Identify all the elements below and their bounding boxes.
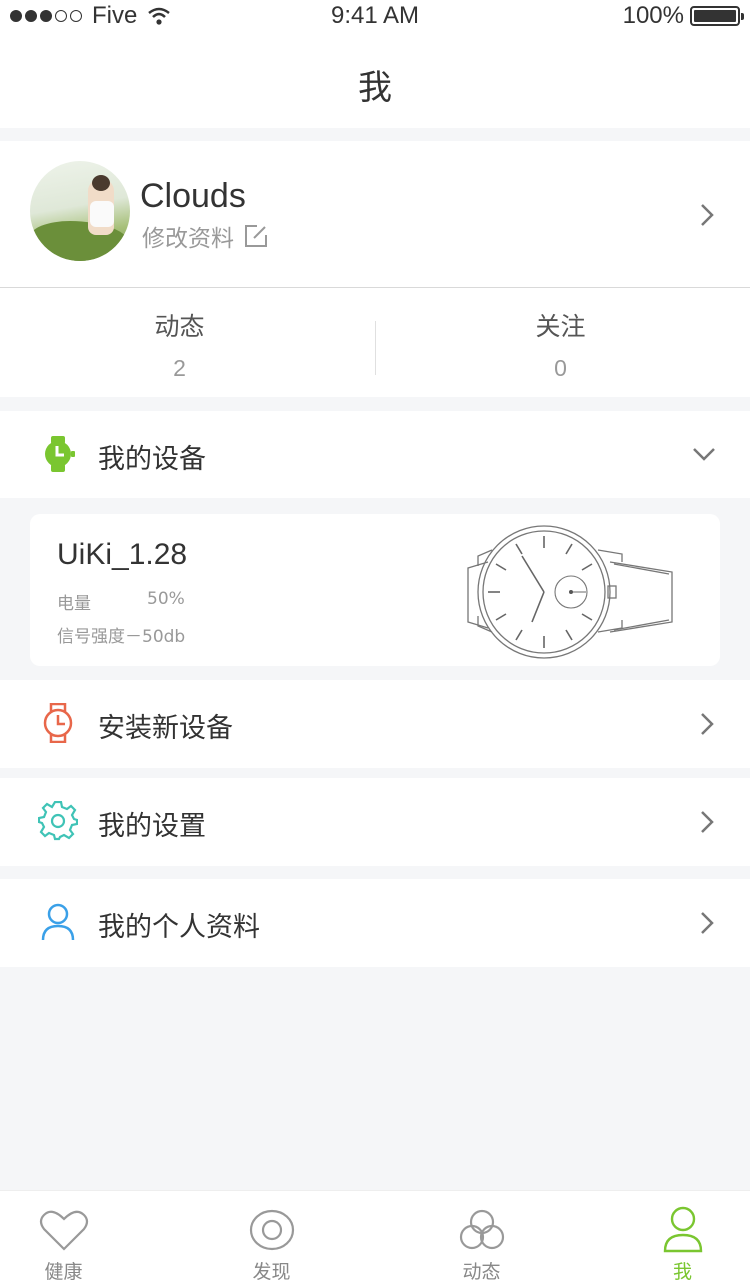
- stat-posts-count: 2: [173, 355, 186, 381]
- tab-bar: 健康 发现 动态 我: [0, 1190, 750, 1288]
- stat-following-count: 0: [554, 355, 567, 381]
- device-battery-label: 电量: [57, 594, 91, 614]
- person-blue-icon: [41, 903, 75, 941]
- tab-health[interactable]: 健康: [0, 1191, 157, 1288]
- chevron-right-icon[interactable]: [698, 203, 716, 227]
- my-settings-row[interactable]: 我的设置: [0, 778, 750, 866]
- personal-info-row[interactable]: 我的个人资料: [0, 879, 750, 967]
- edit-profile-label: 修改资料: [142, 226, 234, 252]
- edit-profile-link[interactable]: 修改资料: [142, 219, 268, 253]
- watch-green-icon: [45, 436, 75, 472]
- stat-following-label: 关注: [535, 312, 586, 341]
- battery-icon: [690, 6, 744, 26]
- eye-icon: [249, 1209, 294, 1251]
- device-card[interactable]: UiKi_1.28 电量 50% 信号强度－50db: [30, 514, 720, 666]
- heart-icon: [39, 1210, 88, 1251]
- my-settings-label: 我的设置: [98, 811, 206, 842]
- install-device-row[interactable]: 安装新设备: [0, 680, 750, 768]
- gear-icon: [38, 801, 78, 841]
- chevron-right-icon[interactable]: [698, 810, 716, 834]
- nav-bar: 我: [0, 32, 750, 128]
- stat-posts-label: 动态: [154, 312, 205, 341]
- device-name: UiKi_1.28: [57, 538, 188, 571]
- cloud-icon: [459, 1209, 504, 1250]
- tab-me-label: 我: [672, 1261, 692, 1283]
- tab-health-label: 健康: [44, 1261, 83, 1283]
- watch-illustration-icon: [467, 525, 673, 659]
- edit-icon: [245, 225, 267, 247]
- tab-discover-label: 发现: [252, 1261, 291, 1283]
- device-signal: 信号强度－50db: [57, 627, 186, 647]
- tab-discover[interactable]: 发现: [178, 1191, 365, 1288]
- status-right: 100%: [622, 2, 744, 30]
- profile-name: Clouds: [140, 177, 246, 215]
- battery-percent: 100%: [622, 2, 684, 29]
- chevron-right-icon[interactable]: [698, 911, 716, 935]
- tab-feed[interactable]: 动态: [388, 1191, 575, 1288]
- stat-following[interactable]: 关注 0: [373, 307, 748, 382]
- tab-feed-label: 动态: [462, 1261, 501, 1283]
- device-battery-value: 50%: [147, 589, 185, 609]
- tab-me[interactable]: 我: [589, 1191, 750, 1288]
- my-devices-label: 我的设备: [98, 444, 206, 475]
- avatar[interactable]: [30, 161, 130, 261]
- chevron-right-icon[interactable]: [698, 712, 716, 736]
- watch-red-icon: [43, 703, 73, 743]
- divider: [0, 287, 750, 288]
- stat-posts[interactable]: 动态 2: [0, 307, 367, 382]
- status-bar: Five 9:41 AM 100%: [0, 0, 750, 32]
- person-icon: [663, 1206, 702, 1253]
- personal-info-label: 我的个人资料: [98, 912, 260, 943]
- install-device-label: 安装新设备: [98, 713, 233, 744]
- my-devices-row[interactable]: 我的设备: [0, 411, 750, 499]
- device-area: UiKi_1.28 电量 50% 信号强度－50db: [0, 498, 750, 680]
- chevron-down-icon[interactable]: [692, 445, 716, 463]
- profile-card: Clouds 修改资料 动态 2 关注 0: [0, 141, 750, 397]
- device-battery: 电量 50%: [57, 589, 185, 614]
- page-title: 我: [358, 68, 392, 108]
